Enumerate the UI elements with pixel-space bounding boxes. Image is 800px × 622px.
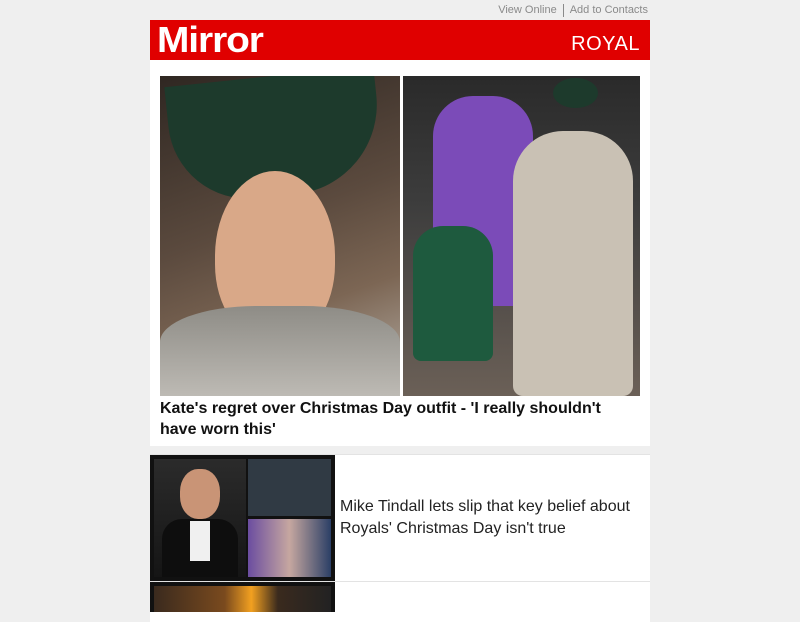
photo-detail-beige-coat bbox=[513, 131, 633, 396]
lead-story[interactable]: Kate's regret over Christmas Day outfit … bbox=[150, 60, 650, 446]
photo-detail-fur bbox=[160, 306, 400, 396]
group-photo bbox=[403, 76, 640, 396]
portrait-photo bbox=[160, 76, 400, 396]
link-divider bbox=[562, 3, 564, 17]
story-item[interactable]: Mike Tindall lets slip that key belief a… bbox=[150, 454, 650, 581]
top-links-bar: View Online Add to Contacts bbox=[150, 0, 650, 20]
thumbnail-shirt bbox=[190, 521, 210, 561]
photo-detail-green-coat bbox=[413, 226, 493, 361]
masthead[interactable]: Mirror ROYAL bbox=[150, 20, 650, 60]
lead-headline[interactable]: Kate's regret over Christmas Day outfit … bbox=[160, 398, 640, 440]
view-online-link[interactable]: View Online bbox=[498, 4, 557, 16]
story-item-partial[interactable] bbox=[150, 581, 650, 622]
story-thumbnail[interactable] bbox=[150, 455, 335, 581]
story-thumbnail-partial[interactable] bbox=[150, 582, 335, 612]
newsletter: View Online Add to Contacts Mirror ROYAL… bbox=[150, 0, 650, 622]
story-title[interactable]: Mike Tindall lets slip that key belief a… bbox=[335, 496, 650, 540]
photo-detail-hat-2 bbox=[553, 78, 598, 108]
mirror-logo[interactable]: Mirror bbox=[157, 21, 264, 59]
thumbnail-tile-group bbox=[248, 519, 331, 577]
lead-story-image[interactable] bbox=[160, 76, 640, 396]
thumbnail-face bbox=[180, 469, 220, 519]
thumbnail-fireplace bbox=[154, 586, 331, 612]
thumbnail-tile-portrait bbox=[154, 459, 246, 577]
thumbnail-tile-car bbox=[248, 459, 331, 516]
add-to-contacts-link[interactable]: Add to Contacts bbox=[570, 4, 648, 16]
section-label: ROYAL bbox=[571, 33, 640, 55]
